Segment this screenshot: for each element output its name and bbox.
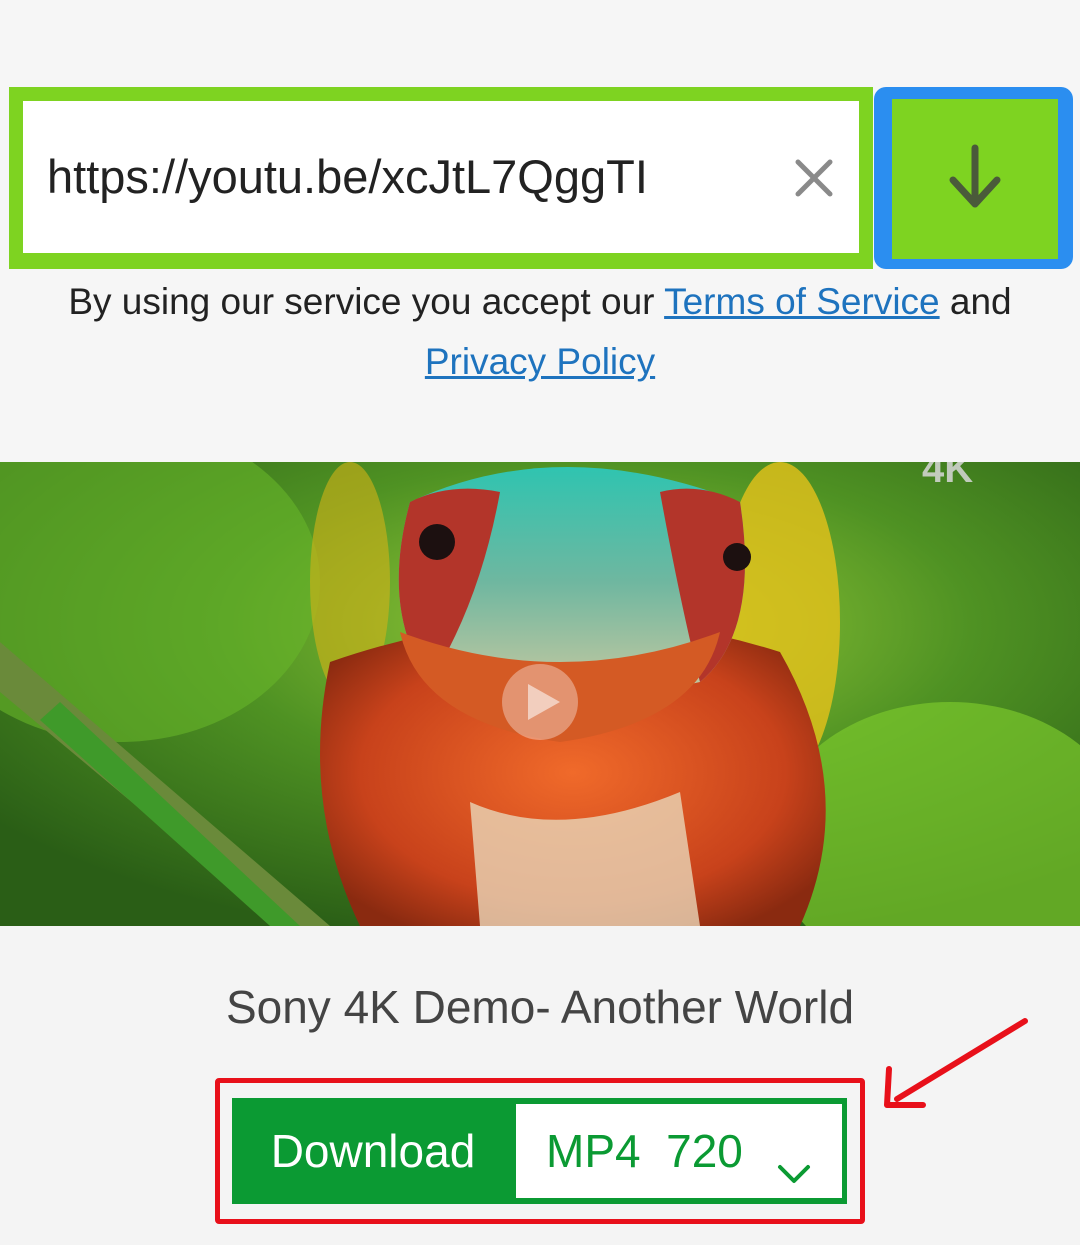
url-input[interactable]: https://youtu.be/xcJtL7QggTI — [23, 101, 859, 253]
submit-download-button-inner[interactable] — [892, 99, 1058, 259]
close-icon[interactable] — [793, 157, 835, 199]
terms-prefix: By using our service you accept our — [68, 281, 655, 322]
submit-download-button[interactable] — [874, 87, 1073, 269]
privacy-policy-link[interactable]: Privacy Policy — [425, 341, 655, 382]
terms-of-service-link[interactable]: Terms of Service — [664, 281, 940, 322]
annotation-arrow-icon — [875, 1015, 1035, 1120]
arrow-down-icon — [947, 144, 1003, 215]
url-bar: https://youtu.be/xcJtL7QggTI — [9, 87, 873, 269]
url-input-value[interactable]: https://youtu.be/xcJtL7QggTI — [47, 101, 648, 253]
chevron-down-icon — [776, 1142, 812, 1196]
download-button[interactable]: Download — [232, 1098, 514, 1204]
format-select-value: MP4 720 — [546, 1125, 743, 1177]
terms-conjunction: and — [949, 281, 1012, 322]
thumbnail-badge: 4K — [922, 462, 973, 491]
format-select[interactable]: MP4 720 — [516, 1104, 842, 1198]
download-group: Download MP4 720 — [232, 1098, 847, 1204]
terms-notice: By using our service you accept our Term… — [0, 272, 1080, 392]
video-thumbnail[interactable]: 4K — [0, 462, 1080, 926]
